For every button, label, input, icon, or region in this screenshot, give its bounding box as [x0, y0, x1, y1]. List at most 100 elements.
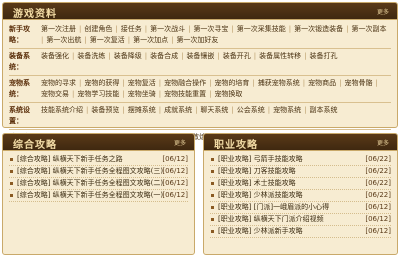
more-link[interactable]: 更多	[174, 138, 186, 147]
category-link[interactable]: 第一次副本	[352, 24, 387, 35]
article-item[interactable]: [职业攻略] 纵横天下门派介绍视频 [06/12]	[210, 214, 391, 226]
category-row: 新手攻略： 第一次注册 | 创建角色 | 接任务 | 第一次战斗 | 第一次寻宝 | 第一次采集技能 |…	[3, 24, 397, 46]
category-link[interactable]: 宠物的培育	[214, 78, 249, 89]
panel-header: 游戏资料 更多	[3, 3, 397, 20]
separator: |	[209, 90, 212, 98]
category-link[interactable]: 宠物复活	[128, 78, 156, 89]
category-link[interactable]: 第一次战斗	[150, 24, 185, 35]
article-title[interactable]: [综合攻略] 纵横天下新手任务之路	[17, 155, 123, 163]
category-link[interactable]: 公会系统	[237, 105, 265, 116]
category-label: 装备系统：	[9, 52, 30, 71]
category-link[interactable]: 装备洗练	[77, 51, 105, 62]
more-link[interactable]: 更多	[377, 138, 389, 147]
category-link[interactable]: 装备镶嵌	[186, 51, 214, 62]
article-item[interactable]: [综合攻略] 纵横天下新手任务全程图文攻略(一) [06/12]	[9, 190, 188, 202]
separator: |	[144, 25, 148, 33]
separator: |	[158, 106, 162, 114]
category-link[interactable]: 装备开孔	[223, 51, 251, 62]
category-link[interactable]: 宠物学习技能	[77, 89, 119, 100]
separator: |	[375, 79, 378, 87]
category-link[interactable]: 宠物融合操作	[164, 78, 206, 89]
article-item[interactable]: [综合攻略] 纵横天下新手任务全程图文攻略(二) [06/12]	[9, 178, 188, 190]
category-link[interactable]: 装备属性转移	[259, 51, 301, 62]
article-title[interactable]: [综合攻略] 纵横天下新手任务全程图文攻略(三)	[17, 167, 163, 175]
separator: |	[158, 90, 162, 98]
article-item[interactable]: [综合攻略] 纵横天下新手任务之路 [06/12]	[9, 154, 188, 166]
category-link[interactable]: 第一次加点	[133, 35, 168, 46]
separator: |	[346, 25, 349, 33]
category-link[interactable]: 创建角色	[84, 24, 112, 35]
article-list: [职业攻略] 弓箭手技能攻略 [06/22] [职业攻略] 刀客技能攻略 [06/22…	[204, 154, 397, 238]
category-links: 技能系统介绍 | 装备预览 | 摆摊系统 | 成就系统 | 聊天系统 | 公会系统 | 宠物系统 | 副本系…	[41, 105, 391, 116]
category-link[interactable]: 第一次加好友	[176, 35, 218, 46]
separator: |	[304, 52, 307, 60]
panel-header: 综合攻略 更多	[3, 134, 194, 151]
article-item[interactable]: [职业攻略] 弓箭手技能攻略 [06/22]	[210, 154, 391, 166]
separator: |	[231, 106, 234, 114]
article-date: [06/22]	[365, 167, 391, 175]
separator: |	[304, 106, 307, 114]
article-title[interactable]: [职业攻略] [门派]一峨眉派的小心得	[218, 203, 329, 211]
separator: |	[144, 52, 148, 60]
article-title[interactable]: [职业攻略] 少林派新手攻略	[218, 227, 303, 235]
article-date: [06/12]	[365, 227, 391, 235]
category-link[interactable]: 装备强化	[41, 51, 69, 62]
article-item[interactable]: [综合攻略] 纵横天下新手任务全程图文攻略(三) [06/12]	[9, 166, 188, 178]
category-link[interactable]: 第一次寻宝	[193, 24, 228, 35]
separator: |	[122, 79, 125, 87]
article-title[interactable]: [综合攻略] 纵横天下新手任务全程图文攻略(二)	[17, 179, 163, 187]
category-link[interactable]: 宠物坐骑	[128, 89, 156, 100]
category-link[interactable]: 宠物的寻求	[41, 78, 76, 89]
category-link[interactable]: 宠物换取	[214, 89, 242, 100]
separator: |	[209, 79, 212, 87]
article-title[interactable]: [职业攻略] 纵横天下门派介绍视频	[218, 215, 324, 223]
article-item[interactable]: [职业攻略] 少林派新手攻略 [06/12]	[210, 226, 391, 238]
category-link[interactable]: 聊天系统	[200, 105, 228, 116]
article-title[interactable]: [职业攻略] 少林派技能攻略	[218, 191, 303, 199]
article-item[interactable]: [职业攻略] [门派]一峨眉派的小心得 [06/12]	[210, 202, 391, 214]
separator: |	[108, 52, 111, 60]
category-link[interactable]: 技能系统介绍	[41, 105, 83, 116]
category-link[interactable]: 第一次采集技能	[237, 24, 286, 35]
category-link[interactable]: 宠物骨骼	[345, 78, 373, 89]
category-link[interactable]: 装备打孔	[310, 51, 338, 62]
category-link[interactable]: 摆摊系统	[128, 105, 156, 116]
article-date: [06/12]	[162, 155, 188, 163]
category-link[interactable]: 捕获宠物系统	[258, 78, 300, 89]
separator: |	[253, 52, 257, 60]
article-item[interactable]: [职业攻略] 刀客技能攻略 [06/22]	[210, 166, 391, 178]
category-link[interactable]: 宠物系统	[273, 105, 301, 116]
category-link[interactable]: 第一次复活	[90, 35, 125, 46]
article-title[interactable]: [综合攻略] 纵横天下新手任务全程图文攻略(一)	[17, 191, 163, 199]
article-title[interactable]: [职业攻略] 弓箭手技能攻略	[218, 155, 303, 163]
category-link[interactable]: 装备预览	[91, 105, 119, 116]
separator: |	[171, 36, 174, 44]
category-link[interactable]: 宠物技能重置	[164, 89, 206, 100]
category-link[interactable]: 装备合成	[150, 51, 178, 62]
article-date: [06/12]	[162, 191, 188, 199]
article-item[interactable]: [职业攻略] 术士技能攻略 [06/22]	[210, 178, 391, 190]
article-title[interactable]: [职业攻略] 术士技能攻略	[218, 179, 296, 187]
more-link[interactable]: 更多	[377, 7, 389, 16]
separator: |	[267, 106, 271, 114]
category-link[interactable]: 装备降级	[114, 51, 142, 62]
category-link[interactable]: 副本系统	[310, 105, 338, 116]
category-links: 第一次注册 | 创建角色 | 接任务 | 第一次战斗 | 第一次寻宝 | 第一次采集技能 | 第一次锻造…	[41, 24, 391, 46]
divider	[9, 75, 391, 76]
category-link[interactable]: 接任务	[121, 24, 142, 35]
separator: |	[127, 36, 131, 44]
panel-title: 游戏资料	[13, 9, 57, 20]
category-link[interactable]: 成就系统	[164, 105, 192, 116]
separator: |	[41, 36, 44, 44]
article-date: [06/12]	[365, 203, 391, 211]
category-link[interactable]: 宠物商品	[308, 78, 336, 89]
panel-title: 职业攻略	[214, 140, 258, 151]
category-link[interactable]: 第一次出航	[46, 35, 81, 46]
category-link[interactable]: 宠物的获得	[84, 78, 119, 89]
separator: |	[158, 79, 162, 87]
category-link[interactable]: 第一次注册	[41, 24, 76, 35]
category-link[interactable]: 宠物交易	[41, 89, 69, 100]
category-link[interactable]: 第一次锻造装备	[294, 24, 343, 35]
article-title[interactable]: [职业攻略] 刀客技能攻略	[218, 167, 296, 175]
article-item[interactable]: [职业攻略] 少林派技能攻略 [06/22]	[210, 190, 391, 202]
